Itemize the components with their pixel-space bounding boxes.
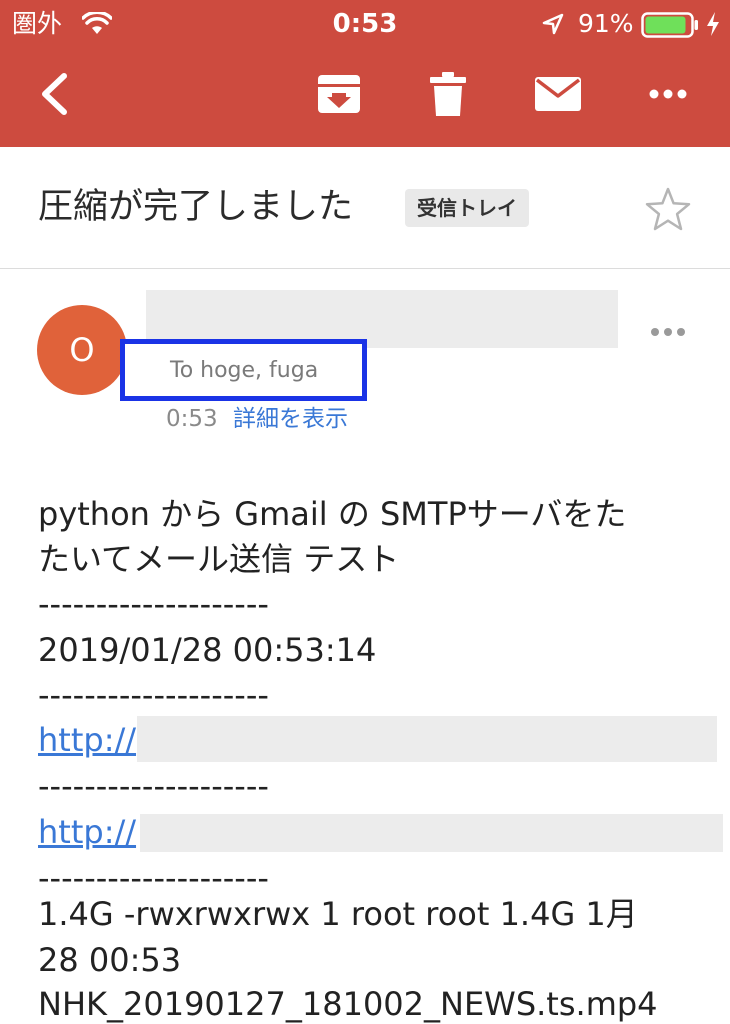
battery-icon (641, 11, 699, 43)
body-separator: -------------------- (38, 585, 269, 623)
archive-icon (318, 75, 360, 113)
sender-avatar[interactable]: O (37, 305, 127, 395)
app-bar: 圏外 0:53 91% (0, 0, 730, 147)
email-screen: 圏外 0:53 91% 圧縮が完了しました 受信トレイ O To hoge, f… (0, 0, 730, 1024)
more-horizontal-icon (651, 328, 685, 336)
battery-percent: 91% (578, 9, 634, 38)
body-timestamp: 2019/01/28 00:53:14 (38, 631, 377, 669)
star-icon (645, 187, 691, 231)
body-link[interactable]: http:// (38, 810, 136, 854)
recipients-text[interactable]: To hoge, fuga (170, 357, 318, 385)
status-bar: 圏外 0:53 91% (0, 0, 730, 48)
sent-time: 0:53 (166, 406, 218, 432)
body-file-line: NHK_20190127_181002_NEWS.ts.mp4 (38, 985, 658, 1023)
body-text-line: たいてメール送信 テスト (38, 540, 400, 578)
body-file-line: 28 00:53 (38, 941, 182, 979)
email-subject: 圧縮が完了しました (38, 187, 354, 227)
body-separator: -------------------- (38, 767, 269, 805)
delete-button[interactable] (416, 62, 480, 126)
more-horizontal-icon (649, 89, 687, 99)
more-options-button[interactable] (636, 62, 700, 126)
mail-icon (535, 77, 581, 111)
archive-button[interactable] (307, 62, 371, 126)
star-button[interactable] (642, 183, 694, 235)
inbox-label-chip[interactable]: 受信トレイ (405, 189, 529, 227)
charging-bolt-icon (705, 11, 721, 41)
link-redacted (137, 716, 717, 762)
mark-unread-button[interactable] (526, 62, 590, 126)
back-button[interactable] (22, 62, 86, 126)
back-chevron-icon (42, 73, 67, 115)
location-arrow-icon (541, 12, 565, 40)
subject-row: 圧縮が完了しました 受信トレイ (0, 147, 730, 269)
link-redacted (140, 814, 723, 852)
body-file-line: 1.4G -rwxrwxrwx 1 root root 1.4G 1月 (38, 895, 638, 933)
recipients-highlight-box: To hoge, fuga (120, 339, 367, 401)
body-text-line: python から Gmail の SMTPサーバをた (38, 495, 627, 533)
trash-icon (430, 72, 466, 116)
show-details-link[interactable]: 詳細を表示 (233, 404, 348, 434)
body-link[interactable]: http:// (38, 718, 136, 762)
sender-more-button[interactable] (640, 310, 696, 354)
body-separator: -------------------- (38, 676, 269, 714)
